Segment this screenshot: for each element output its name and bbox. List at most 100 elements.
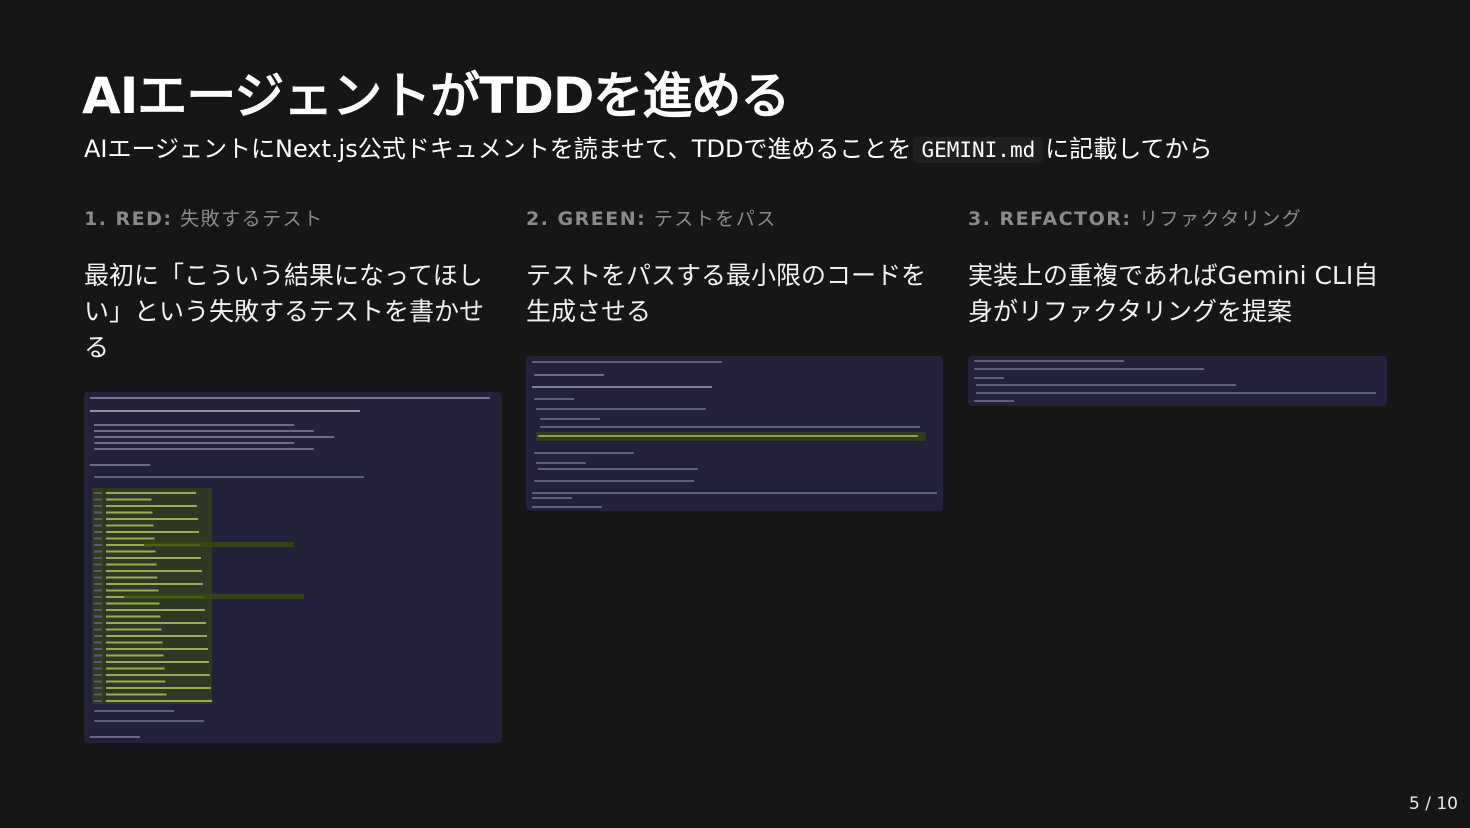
terminal-text-line — [106, 524, 154, 527]
terminal-text-line — [94, 609, 102, 611]
terminal-text-line — [94, 596, 102, 598]
terminal-text-line — [974, 400, 1014, 402]
terminal-text-line — [94, 700, 102, 702]
terminal-text-line — [144, 542, 294, 547]
terminal-text-line — [94, 563, 102, 566]
terminal-text-line — [94, 537, 102, 540]
terminal-text-line — [106, 531, 199, 533]
step-description-green: テストをパスする最小限のコードを生成させる — [526, 261, 927, 326]
terminal-screenshot-image — [974, 360, 1376, 402]
terminal-text-line — [106, 492, 196, 494]
terminal-text-line — [94, 648, 102, 650]
terminal-text-line — [94, 589, 102, 592]
terminal-text-line — [94, 635, 102, 637]
page-number: 5 / 10 — [1409, 794, 1458, 814]
terminal-text-line — [94, 674, 102, 676]
step-name: 1. RED: — [84, 208, 173, 230]
terminal-text-line — [974, 360, 1124, 362]
subtitle-code: GEMINI.md — [913, 137, 1044, 163]
terminal-text-line — [532, 497, 572, 499]
terminal-text-line — [90, 410, 360, 412]
step-column-green: 2. GREEN: テストをパス テストをパスする最小限のコードを生成させる — [526, 204, 944, 511]
terminal-text-line — [974, 377, 1004, 379]
terminal-text-line — [106, 628, 162, 631]
terminal-text-line — [94, 687, 102, 689]
terminal-text-line — [94, 576, 102, 579]
terminal-text-line — [106, 680, 166, 683]
terminal-screenshot-image — [532, 361, 937, 508]
terminal-text-line — [94, 720, 204, 722]
terminal-text-line — [106, 674, 210, 676]
terminal-text-line — [538, 468, 698, 470]
terminal-text-line — [94, 505, 102, 507]
terminal-text-line — [94, 583, 102, 585]
step-label-green: 2. GREEN: テストをパス — [526, 204, 944, 234]
step-label-text: テストをパス — [653, 208, 777, 230]
terminal-text-line — [94, 550, 102, 553]
terminal-text-line — [94, 654, 102, 657]
terminal-text-line — [90, 464, 150, 466]
terminal-text-line — [94, 667, 102, 670]
terminal-text-line — [94, 615, 102, 618]
terminal-text-line — [94, 518, 102, 520]
terminal-text-line — [534, 480, 694, 482]
terminal-text-line — [532, 386, 712, 388]
terminal-text-line — [94, 442, 294, 444]
terminal-text-line — [106, 667, 165, 670]
terminal-text-line — [106, 700, 212, 702]
terminal-text-line — [106, 602, 160, 605]
step-label-refactor: 3. REFACTOR: リファクタリング — [968, 204, 1386, 234]
terminal-text-line — [534, 452, 634, 454]
terminal-text-line — [94, 628, 102, 631]
slide-title: AIエージェントがTDDを進める — [82, 67, 790, 125]
terminal-text-line — [106, 661, 209, 663]
terminal-text-line — [90, 397, 490, 399]
terminal-text-line — [106, 609, 205, 611]
terminal-text-line — [106, 498, 152, 501]
step-description-refactor: 実装上の重複であればGemini CLI自身がリファクタリングを提案 — [968, 261, 1379, 326]
terminal-text-line — [94, 436, 334, 438]
refactor-terminal-screenshot — [968, 356, 1387, 406]
terminal-text-line — [976, 392, 1376, 394]
terminal-text-line — [94, 557, 102, 559]
terminal-text-line — [106, 589, 159, 592]
terminal-text-line — [106, 550, 156, 553]
terminal-text-line — [94, 641, 102, 644]
terminal-text-line — [106, 641, 163, 644]
terminal-text-line — [106, 693, 167, 696]
terminal-text-line — [94, 492, 102, 494]
step-label-text: リファクタリング — [1139, 208, 1303, 230]
terminal-text-line — [106, 654, 164, 657]
terminal-text-line — [94, 430, 314, 432]
terminal-text-line — [534, 374, 604, 376]
terminal-text-line — [538, 435, 918, 437]
step-label-red: 1. RED: 失敗するテスト — [84, 204, 502, 234]
step-column-refactor: 3. REFACTOR: リファクタリング 実装上の重複であればGemini C… — [968, 204, 1387, 406]
red-terminal-screenshot — [84, 392, 502, 743]
terminal-text-line — [94, 622, 102, 624]
terminal-text-line — [106, 570, 202, 572]
terminal-text-line — [94, 602, 102, 605]
terminal-text-line — [94, 693, 102, 696]
step-label-text: 失敗するテスト — [180, 208, 324, 230]
slide-subtitle: AIエージェントにNext.js公式ドキュメントを読ませて、TDDで進めることを… — [84, 133, 1213, 166]
green-terminal-screenshot — [526, 356, 943, 511]
terminal-text-line — [106, 635, 207, 637]
terminal-text-line — [106, 511, 153, 514]
terminal-text-line — [124, 594, 304, 599]
terminal-text-line — [94, 476, 364, 478]
terminal-text-line — [94, 524, 102, 527]
terminal-text-line — [90, 736, 140, 738]
step-column-red: 1. RED: 失敗するテスト 最初に「こういう結果になってほしい」という失敗す… — [84, 204, 502, 743]
terminal-text-line — [540, 426, 920, 428]
terminal-text-line — [106, 622, 206, 624]
terminal-text-line — [534, 398, 574, 400]
subtitle-text-before: AIエージェントにNext.js公式ドキュメントを読ませて、TDDで進めることを — [84, 135, 912, 163]
terminal-text-line — [532, 492, 937, 494]
terminal-text-line — [106, 537, 155, 540]
terminal-text-line — [106, 648, 208, 650]
terminal-text-line — [106, 518, 198, 520]
terminal-text-line — [106, 505, 197, 507]
terminal-text-line — [94, 570, 102, 572]
terminal-text-line — [94, 498, 102, 501]
